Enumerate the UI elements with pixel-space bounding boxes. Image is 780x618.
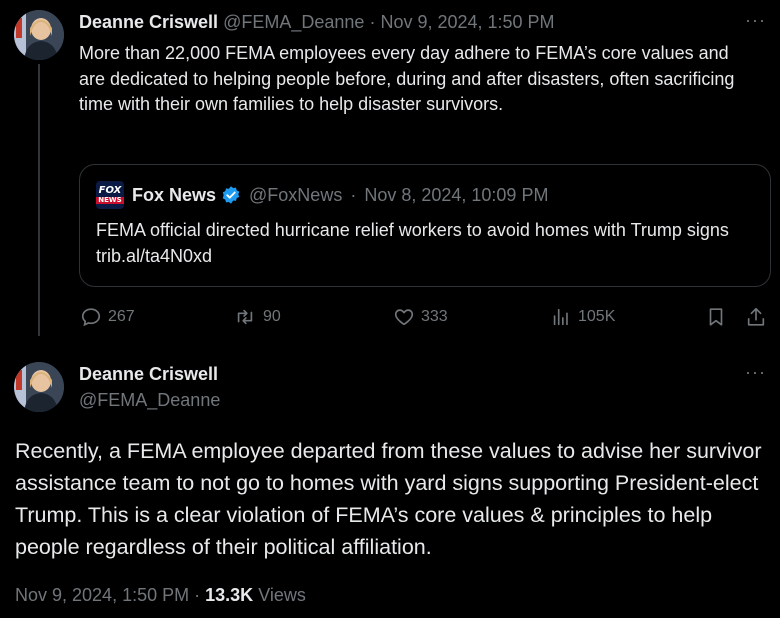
- views-label: Views: [258, 585, 306, 605]
- author-handle[interactable]: @FEMA_Deanne: [223, 12, 364, 32]
- tweet1-header: Deanne Criswell @FEMA_Deanne · Nov 9, 20…: [79, 12, 555, 33]
- avatar-photo: [14, 362, 64, 412]
- more-options-icon[interactable]: ···: [745, 10, 766, 31]
- tweet2-body: Recently, a FEMA employee departed from …: [15, 439, 762, 559]
- views-count: 105K: [578, 308, 616, 325]
- author-handle[interactable]: @FEMA_Deanne: [79, 390, 220, 411]
- bookmark-button[interactable]: [705, 306, 727, 333]
- tweet2-meta: Nov 9, 2024, 1:50 PM · 13.3K Views: [15, 585, 306, 606]
- reply-icon: [81, 308, 101, 327]
- fox-news-logo-icon: FOX NEWS: [96, 181, 124, 209]
- reply-button[interactable]: 267: [80, 306, 135, 328]
- share-button[interactable]: [745, 306, 767, 333]
- author-name[interactable]: Deanne Criswell: [79, 364, 218, 385]
- header-separator: ·: [369, 12, 376, 32]
- bookmark-icon: [709, 308, 723, 326]
- quoted-source-name: Fox News: [132, 184, 217, 205]
- views-bar-chart-icon: [553, 308, 568, 326]
- author-avatar[interactable]: [14, 10, 64, 60]
- more-options-icon[interactable]: ···: [745, 362, 766, 383]
- view-count: 13.3K: [205, 585, 254, 605]
- repost-icon: [237, 309, 253, 325]
- repost-button[interactable]: 90: [233, 306, 281, 328]
- thread-connector: [38, 64, 40, 336]
- views-button[interactable]: 105K: [550, 306, 615, 328]
- quoted-timestamp: Nov 8, 2024, 10:09 PM: [364, 184, 549, 205]
- tweet-timestamp[interactable]: Nov 9, 2024, 1:50 PM: [380, 12, 554, 32]
- like-button[interactable]: 333: [393, 306, 448, 328]
- quoted-separator: ·: [350, 184, 357, 205]
- quoted-tweet-card[interactable]: FOX NEWS Fox News @FoxNews · Nov 8, 2024…: [79, 164, 771, 287]
- quoted-handle: @FoxNews: [249, 184, 343, 205]
- tweet-timestamp[interactable]: Nov 9, 2024, 1:50 PM: [15, 585, 189, 605]
- like-count: 333: [421, 308, 448, 325]
- author-name[interactable]: Deanne Criswell: [79, 12, 218, 32]
- tweet1-body: More than 22,000 FEMA employees every da…: [79, 43, 735, 114]
- avatar-photo: [14, 10, 64, 60]
- quoted-tweet-body: FEMA official directed hurricane relief …: [96, 220, 729, 266]
- verified-badge-icon: [222, 186, 240, 204]
- repost-count: 90: [263, 308, 281, 325]
- author-avatar[interactable]: [14, 362, 64, 412]
- reply-count: 267: [108, 308, 135, 325]
- share-icon: [747, 307, 765, 326]
- meta-separator: ·: [194, 585, 201, 605]
- quoted-tweet-header: FOX NEWS Fox News @FoxNews · Nov 8, 2024…: [96, 181, 548, 209]
- heart-icon: [394, 309, 414, 326]
